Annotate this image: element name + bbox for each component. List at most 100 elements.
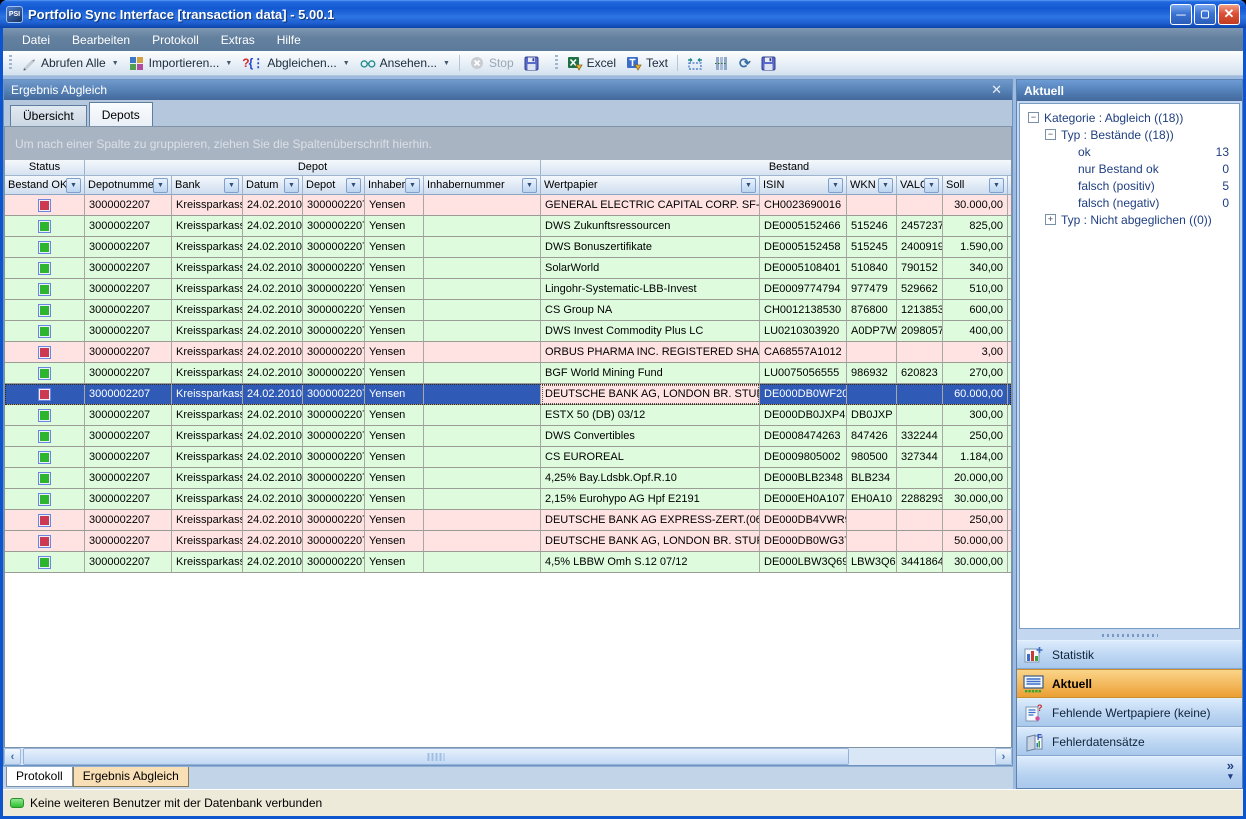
minimize-button[interactable]: ─ bbox=[1170, 4, 1192, 25]
cell-isin[interactable]: DE000EH0A107 bbox=[760, 489, 847, 510]
cell-isin[interactable]: DE000BLB2348 bbox=[760, 468, 847, 489]
cell-inhabernummer[interactable] bbox=[424, 279, 541, 300]
column-filter-button[interactable]: ▼ bbox=[224, 178, 239, 193]
cell-wkn[interactable]: DB0JXP bbox=[847, 405, 897, 426]
cell-depotnummer[interactable]: 3000002207 bbox=[85, 300, 172, 321]
sidebar-splitter[interactable] bbox=[1017, 631, 1242, 640]
table-row[interactable]: 3000002207Kreissparkasse24.02.2010300000… bbox=[5, 195, 1011, 216]
cell-ist[interactable] bbox=[1008, 279, 1012, 300]
cell-valor[interactable] bbox=[897, 531, 943, 552]
cell-inhabernummer[interactable] bbox=[424, 237, 541, 258]
menu-item-hilfe[interactable]: Hilfe bbox=[266, 30, 312, 50]
cell-depotnummer[interactable]: 3000002207 bbox=[85, 447, 172, 468]
cell-soll[interactable]: 250,00 bbox=[943, 510, 1008, 531]
cell-depot[interactable]: 3000002207 bbox=[303, 195, 365, 216]
cell-soll[interactable]: 3,00 bbox=[943, 342, 1008, 363]
cell-status[interactable] bbox=[5, 363, 85, 384]
column-header-datum[interactable]: Datum▼ bbox=[243, 176, 303, 195]
cell-depot[interactable]: 3000002207 bbox=[303, 552, 365, 573]
cell-isin[interactable]: DE0005152458 bbox=[760, 237, 847, 258]
cell-inhabernummer[interactable] bbox=[424, 489, 541, 510]
column-filter-button[interactable]: ▼ bbox=[153, 178, 168, 193]
cell-wkn[interactable]: 515246 bbox=[847, 216, 897, 237]
cell-ist[interactable] bbox=[1008, 258, 1012, 279]
column-header-inhaber[interactable]: Inhaber▼ bbox=[365, 176, 424, 195]
stop-button[interactable]: Stop bbox=[464, 53, 519, 73]
tab-protokoll[interactable]: Protokoll bbox=[6, 767, 73, 787]
cell-wertpapier[interactable]: CS EUROREAL bbox=[541, 447, 760, 468]
column-header-soll[interactable]: Soll▼ bbox=[943, 176, 1008, 195]
maximize-button[interactable]: ▢ bbox=[1194, 4, 1216, 25]
table-row[interactable]: 3000002207Kreissparkasse24.02.2010300000… bbox=[5, 405, 1011, 426]
cell-bank[interactable]: Kreissparkasse bbox=[172, 195, 243, 216]
cell-depot[interactable]: 3000002207 bbox=[303, 468, 365, 489]
table-row[interactable]: 3000002207Kreissparkasse24.02.2010300000… bbox=[5, 552, 1011, 573]
column-filter-button[interactable]: ▼ bbox=[989, 178, 1004, 193]
cell-wertpapier[interactable]: DWS Zukunftsressourcen bbox=[541, 216, 760, 237]
column-header-wertpapier[interactable]: Wertpapier▼ bbox=[541, 176, 760, 195]
menu-item-protokoll[interactable]: Protokoll bbox=[141, 30, 210, 50]
cell-depotnummer[interactable]: 3000002207 bbox=[85, 510, 172, 531]
column-filter-button[interactable]: ▼ bbox=[828, 178, 843, 193]
cell-bank[interactable]: Kreissparkasse bbox=[172, 237, 243, 258]
table-row[interactable]: 3000002207Kreissparkasse24.02.2010300000… bbox=[5, 300, 1011, 321]
cell-bank[interactable]: Kreissparkasse bbox=[172, 552, 243, 573]
cell-inhaber[interactable]: Yensen bbox=[365, 258, 424, 279]
cell-datum[interactable]: 24.02.2010 bbox=[243, 384, 303, 405]
cell-soll[interactable]: 825,00 bbox=[943, 216, 1008, 237]
cell-depotnummer[interactable]: 3000002207 bbox=[85, 237, 172, 258]
table-row[interactable]: 3000002207Kreissparkasse24.02.2010300000… bbox=[5, 258, 1011, 279]
cell-inhabernummer[interactable] bbox=[424, 510, 541, 531]
abgleichen-button[interactable]: ?{⋮ Abgleichen... ▼ bbox=[237, 54, 354, 72]
cell-ist[interactable]: 3 bbox=[1008, 489, 1012, 510]
cell-inhaber[interactable]: Yensen bbox=[365, 363, 424, 384]
text-export-button[interactable]: Text bbox=[621, 53, 673, 73]
cell-isin[interactable]: DE0009805002 bbox=[760, 447, 847, 468]
cell-soll[interactable]: 1.184,00 bbox=[943, 447, 1008, 468]
cell-datum[interactable]: 24.02.2010 bbox=[243, 216, 303, 237]
cell-wkn[interactable] bbox=[847, 342, 897, 363]
cell-status[interactable] bbox=[5, 510, 85, 531]
cell-inhaber[interactable]: Yensen bbox=[365, 447, 424, 468]
column-header-isin[interactable]: ISIN▼ bbox=[760, 176, 847, 195]
cell-depotnummer[interactable]: 3000002207 bbox=[85, 552, 172, 573]
tree-item[interactable]: nur Bestand ok0 bbox=[1020, 160, 1239, 177]
cell-ist[interactable] bbox=[1008, 237, 1012, 258]
toolbar-grip[interactable] bbox=[9, 55, 12, 71]
ansehen-button[interactable]: Ansehen... ▼ bbox=[355, 53, 455, 73]
column-filter-button[interactable]: ▼ bbox=[405, 178, 420, 193]
column-filter-button[interactable]: ▼ bbox=[741, 178, 756, 193]
cell-inhaber[interactable]: Yensen bbox=[365, 384, 424, 405]
cell-datum[interactable]: 24.02.2010 bbox=[243, 195, 303, 216]
cell-soll[interactable]: 30.000,00 bbox=[943, 195, 1008, 216]
cell-isin[interactable]: DE0009774794 bbox=[760, 279, 847, 300]
cell-inhabernummer[interactable] bbox=[424, 321, 541, 342]
cell-isin[interactable]: DE000DB0WF20 bbox=[760, 384, 847, 405]
cell-ist[interactable] bbox=[1008, 195, 1012, 216]
cell-bank[interactable]: Kreissparkasse bbox=[172, 489, 243, 510]
cell-isin[interactable]: DE0008474263 bbox=[760, 426, 847, 447]
panel-close-icon[interactable]: ✕ bbox=[988, 82, 1005, 98]
cell-wertpapier[interactable]: 4,25% Bay.Ldsbk.Opf.R.10 bbox=[541, 468, 760, 489]
fit-width-button[interactable] bbox=[682, 53, 708, 73]
column-header-depotnummer[interactable]: Depotnummer▼ bbox=[85, 176, 172, 195]
menu-item-extras[interactable]: Extras bbox=[210, 30, 266, 50]
cell-depotnummer[interactable]: 3000002207 bbox=[85, 342, 172, 363]
cell-status[interactable] bbox=[5, 195, 85, 216]
cell-bank[interactable]: Kreissparkasse bbox=[172, 363, 243, 384]
cell-inhabernummer[interactable] bbox=[424, 531, 541, 552]
cell-wertpapier[interactable]: GENERAL ELECTRIC CAPITAL CORP. SF-A bbox=[541, 195, 760, 216]
cell-valor[interactable] bbox=[897, 405, 943, 426]
cell-valor[interactable]: 332244 bbox=[897, 426, 943, 447]
cell-valor[interactable]: 327344 bbox=[897, 447, 943, 468]
cell-wertpapier[interactable]: Lingohr-Systematic-LBB-Invest bbox=[541, 279, 760, 300]
cell-wkn[interactable]: 515245 bbox=[847, 237, 897, 258]
cell-depot[interactable]: 3000002207 bbox=[303, 405, 365, 426]
cell-valor[interactable] bbox=[897, 342, 943, 363]
column-header-bank[interactable]: Bank▼ bbox=[172, 176, 243, 195]
cell-wkn[interactable]: 977479 bbox=[847, 279, 897, 300]
save-button[interactable] bbox=[519, 53, 545, 73]
table-row[interactable]: 3000002207Kreissparkasse24.02.2010300000… bbox=[5, 489, 1011, 510]
cell-inhaber[interactable]: Yensen bbox=[365, 489, 424, 510]
cell-inhaber[interactable]: Yensen bbox=[365, 342, 424, 363]
